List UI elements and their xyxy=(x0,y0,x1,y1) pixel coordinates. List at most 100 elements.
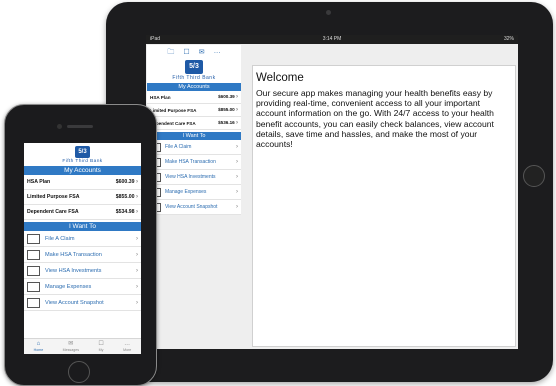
mail-icon[interactable]: ✉ xyxy=(199,48,205,58)
status-left: iPad xyxy=(150,36,161,42)
action-manage-expenses[interactable]: Manage Expenses › xyxy=(24,279,141,295)
account-name: HSA Plan xyxy=(27,179,51,185)
snapshot-icon xyxy=(27,297,40,308)
bank-name: Fifth Third Bank xyxy=(62,159,103,164)
action-label: Manage Expenses xyxy=(45,283,92,290)
chevron-right-icon: › xyxy=(236,189,238,195)
action-label: View HSA Investments xyxy=(45,267,102,274)
action-hsa-transaction[interactable]: Make HSA Transaction › xyxy=(147,155,241,170)
tablet-device: iPad 3:14 PM 32% 🗀 ☐ ✉ … 5/3 Fifth Third… xyxy=(106,2,553,382)
bank-name: Fifth Third Bank xyxy=(172,75,216,81)
account-row-dcfsa[interactable]: Dependent Care FSA $534.98 › xyxy=(24,205,141,220)
actions-header: I Want To xyxy=(147,132,241,140)
accounts-header: My Accounts xyxy=(147,83,241,91)
account-name: Limited Purpose FSA xyxy=(150,107,197,113)
account-name: HSA Plan xyxy=(150,94,171,100)
account-row-dcfsa[interactable]: Dependent Care FSA $536.16 › xyxy=(147,117,241,130)
chart-icon xyxy=(27,265,40,276)
account-amount: $855.00 xyxy=(115,194,135,200)
speaker xyxy=(67,125,93,128)
action-hsa-investments[interactable]: View HSA Investments › xyxy=(147,170,241,185)
transaction-icon xyxy=(27,249,40,260)
more-icon: … xyxy=(124,341,131,347)
account-amount: $600.39 xyxy=(218,94,235,99)
sidebar: 🗀 ☐ ✉ … 5/3 Fifth Third Bank My Accounts… xyxy=(147,45,241,215)
bookmark-icon: ☐ xyxy=(98,341,104,347)
actions-header: I Want To xyxy=(24,222,141,231)
tab-home[interactable]: ⌂ Home xyxy=(34,341,44,352)
account-amount: $855.00 xyxy=(218,107,235,112)
account-name: Limited Purpose FSA xyxy=(27,194,80,200)
home-icon: ⌂ xyxy=(36,341,41,347)
camera xyxy=(326,10,331,15)
action-label: Manage Expenses xyxy=(165,189,207,195)
tab-my[interactable]: ☐ My xyxy=(98,341,103,352)
chevron-right-icon: › xyxy=(236,107,238,113)
chevron-right-icon: › xyxy=(136,283,138,290)
home-button[interactable] xyxy=(523,165,545,187)
tab-label: My xyxy=(98,348,104,352)
action-account-snapshot[interactable]: View Account Snapshot › xyxy=(147,200,241,215)
action-label: View Account Snapshot xyxy=(165,204,218,210)
claim-icon xyxy=(27,233,40,244)
action-label: View Account Snapshot xyxy=(45,299,104,306)
action-hsa-transaction[interactable]: Make HSA Transaction › xyxy=(24,247,141,263)
account-row-lpfsa[interactable]: Limited Purpose FSA $855.00 › xyxy=(147,104,241,117)
account-row-hsa[interactable]: HSA Plan $600.39 › xyxy=(147,91,241,104)
chevron-right-icon: › xyxy=(236,144,238,150)
action-account-snapshot[interactable]: View Account Snapshot › xyxy=(24,295,141,311)
top-icon-bar: 🗀 ☐ ✉ … xyxy=(147,45,241,58)
status-time: 3:14 PM xyxy=(322,36,342,42)
action-file-claim[interactable]: File A Claim › xyxy=(24,231,141,247)
chevron-right-icon: › xyxy=(236,204,238,210)
action-label: Make HSA Transaction xyxy=(45,251,102,258)
action-label: File A Claim xyxy=(45,235,75,242)
home-button[interactable] xyxy=(68,361,90,383)
status-battery: 32% xyxy=(503,36,514,42)
bank-logo: 5/3 xyxy=(75,146,90,158)
bookmark-icon[interactable]: ☐ xyxy=(183,48,189,58)
phone-device: 5/3 Fifth Third Bank My Accounts HSA Pla… xyxy=(4,104,157,386)
chevron-right-icon: › xyxy=(136,235,138,242)
account-row-lpfsa[interactable]: Limited Purpose FSA $855.00 › xyxy=(24,190,141,205)
chevron-right-icon: › xyxy=(236,94,238,100)
chevron-right-icon: › xyxy=(136,299,138,306)
status-bar: iPad 3:14 PM 32% xyxy=(146,35,518,44)
action-hsa-investments[interactable]: View HSA Investments › xyxy=(24,263,141,279)
tab-label: Messages xyxy=(62,348,79,352)
phone-screen: 5/3 Fifth Third Bank My Accounts HSA Pla… xyxy=(24,143,141,354)
chevron-right-icon: › xyxy=(136,267,138,274)
welcome-panel: Welcome Our secure app makes managing yo… xyxy=(252,65,516,347)
chevron-right-icon: › xyxy=(236,159,238,165)
chevron-right-icon: › xyxy=(236,120,238,126)
chevron-right-icon: › xyxy=(136,209,138,215)
expenses-icon xyxy=(27,281,40,292)
action-manage-expenses[interactable]: Manage Expenses › xyxy=(147,185,241,200)
action-label: View HSA Investments xyxy=(165,174,216,180)
account-name: Dependent Care FSA xyxy=(27,209,79,215)
welcome-title: Welcome xyxy=(256,72,304,84)
action-label: File A Claim xyxy=(165,144,192,150)
tab-bar: ⌂ Home ✉ Messages ☐ My … More xyxy=(24,338,141,354)
camera xyxy=(57,124,62,129)
account-amount: $600.39 xyxy=(115,179,135,185)
accounts-header: My Accounts xyxy=(24,166,141,175)
account-row-hsa[interactable]: HSA Plan $600.39 › xyxy=(24,175,141,190)
tab-more[interactable]: … More xyxy=(123,341,131,352)
more-icon[interactable]: … xyxy=(214,48,221,58)
tab-messages[interactable]: ✉ Messages xyxy=(63,341,79,352)
action-file-claim[interactable]: File A Claim › xyxy=(147,140,241,155)
tab-label: More xyxy=(123,348,132,352)
folder-icon[interactable]: 🗀 xyxy=(167,48,174,58)
chevron-right-icon: › xyxy=(236,174,238,180)
account-amount: $534.98 xyxy=(115,209,135,215)
bank-logo: 5/3 xyxy=(185,60,203,74)
chevron-right-icon: › xyxy=(136,194,138,200)
chevron-right-icon: › xyxy=(136,251,138,258)
tab-label: Home xyxy=(33,348,44,352)
mail-icon: ✉ xyxy=(68,341,74,347)
chevron-right-icon: › xyxy=(136,179,138,185)
action-label: Make HSA Transaction xyxy=(165,159,216,165)
tablet-screen: iPad 3:14 PM 32% 🗀 ☐ ✉ … 5/3 Fifth Third… xyxy=(146,35,518,349)
account-amount: $536.16 xyxy=(218,120,235,125)
